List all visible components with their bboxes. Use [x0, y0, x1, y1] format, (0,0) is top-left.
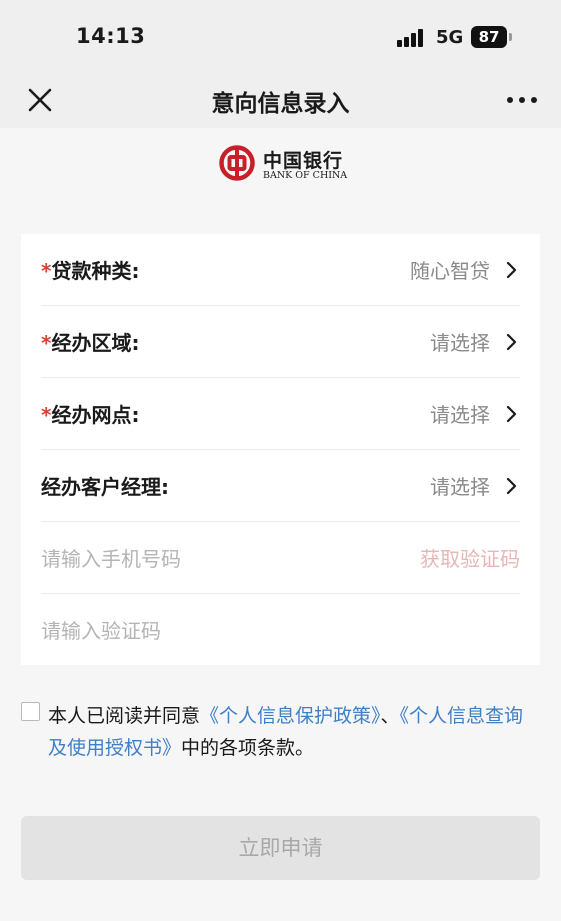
- bank-logo: 中国银行 BANK OF CHINA: [219, 145, 349, 185]
- logo-name-cn: 中国银行: [263, 150, 344, 172]
- branch-label: *经办网点:: [41, 399, 139, 428]
- region-label-text: 经办区域:: [51, 331, 140, 355]
- signal-icon: [397, 29, 427, 47]
- required-mark: *: [41, 331, 52, 355]
- content-area: 中国银行 BANK OF CHINA *贷款种类: 随心智贷 *经办区域: 请选…: [0, 128, 561, 921]
- page-title: 意向信息录入: [211, 91, 350, 117]
- branch-value: 请选择: [430, 403, 490, 427]
- loan-type-label: *贷款种类:: [41, 255, 139, 284]
- nav-bar: 意向信息录入: [0, 72, 561, 128]
- form-card: *贷款种类: 随心智贷 *经办区域: 请选择 *经办网点: 请选择 经办客户经理…: [21, 234, 540, 665]
- manager-label: 经办客户经理:: [41, 471, 169, 500]
- status-time: 14:13: [76, 24, 146, 48]
- submit-button[interactable]: 立即申请: [21, 816, 540, 880]
- agree-checkbox[interactable]: [21, 702, 40, 721]
- loan-type-label-text: 贷款种类:: [51, 259, 140, 283]
- get-code-button[interactable]: 获取验证码: [420, 543, 520, 572]
- branch-row[interactable]: *经办网点: 请选择: [41, 378, 520, 450]
- battery-cap: [509, 33, 512, 41]
- code-input[interactable]: 请输入验证码: [41, 615, 161, 644]
- region-row[interactable]: *经办区域: 请选择: [41, 306, 520, 378]
- manager-value: 请选择: [430, 475, 490, 499]
- branch-label-text: 经办网点:: [51, 403, 140, 427]
- battery-icon: 87: [471, 26, 507, 48]
- more-icon[interactable]: [506, 96, 538, 104]
- logo-name-en: BANK OF CHINA: [263, 170, 348, 181]
- chevron-right-icon: [506, 477, 517, 495]
- privacy-policy-link[interactable]: 《个人信息保护政策》: [200, 705, 381, 727]
- chevron-right-icon: [506, 333, 517, 351]
- region-label: *经办区域:: [41, 327, 139, 356]
- network-label: 5G: [436, 27, 464, 48]
- agreement-separator: 、: [380, 705, 400, 727]
- chevron-right-icon: [506, 405, 517, 423]
- loan-type-value: 随心智贷: [410, 259, 490, 283]
- phone-row: 请输入手机号码 获取验证码: [41, 522, 520, 594]
- manager-label-text: 经办客户经理:: [41, 475, 169, 499]
- required-mark: *: [41, 259, 52, 283]
- region-value: 请选择: [430, 331, 490, 355]
- agreement-text: 本人已阅读并同意《个人信息保护政策》、《个人信息查询及使用授权书》中的各项条款。: [48, 700, 538, 764]
- loan-type-row[interactable]: *贷款种类: 随心智贷: [41, 234, 520, 306]
- close-icon[interactable]: [27, 87, 53, 113]
- code-row: 请输入验证码: [41, 594, 520, 666]
- bank-of-china-logo-icon: [219, 145, 255, 181]
- phone-input[interactable]: 请输入手机号码: [41, 543, 181, 572]
- agreement-text-after: 中的各项条款。: [181, 737, 315, 759]
- status-bar: 14:13 5G 87: [0, 0, 561, 72]
- page: 14:13 5G 87 意向信息录入 中国银行 BANK OF CHINA *贷…: [0, 0, 561, 921]
- required-mark: *: [41, 403, 52, 427]
- manager-row[interactable]: 经办客户经理: 请选择: [41, 450, 520, 522]
- agreement-text-before: 本人已阅读并同意: [48, 705, 201, 727]
- chevron-right-icon: [506, 261, 517, 279]
